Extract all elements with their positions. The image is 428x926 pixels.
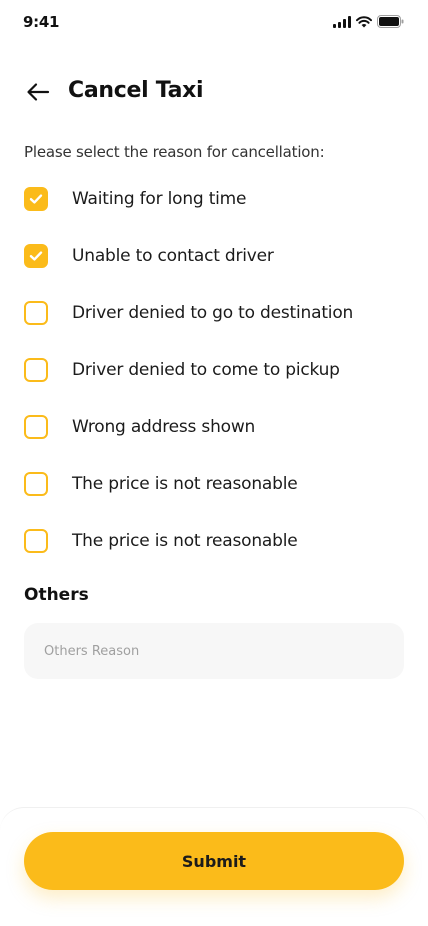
- status-bar: 9:41: [0, 0, 428, 44]
- reason-checkbox[interactable]: [24, 187, 48, 211]
- reason-item[interactable]: Driver denied to go to destination: [24, 300, 404, 326]
- wifi-icon: [356, 15, 372, 27]
- others-reason-input[interactable]: [24, 623, 404, 679]
- checkmark-icon: [29, 194, 43, 204]
- reason-item[interactable]: Waiting for long time: [24, 186, 404, 212]
- reason-list: Waiting for long time Unable to contact …: [24, 186, 404, 585]
- reason-checkbox[interactable]: [24, 415, 48, 439]
- cancellation-prompt: Please select the reason for cancellatio…: [24, 143, 325, 161]
- reason-checkbox[interactable]: [24, 358, 48, 382]
- reason-checkbox[interactable]: [24, 244, 48, 268]
- reason-checkbox[interactable]: [24, 529, 48, 553]
- status-time: 9:41: [23, 13, 60, 31]
- reason-label: The price is not reasonable: [72, 531, 298, 551]
- reason-label: Driver denied to go to destination: [72, 303, 354, 323]
- reason-item[interactable]: Unable to contact driver: [24, 243, 404, 269]
- page-title: Cancel Taxi: [68, 78, 204, 103]
- reason-item[interactable]: The price is not reasonable: [24, 471, 404, 497]
- status-icons: [333, 15, 404, 28]
- reason-label: Driver denied to come to pickup: [72, 360, 340, 380]
- submit-button[interactable]: Submit: [24, 832, 404, 890]
- checkmark-icon: [29, 251, 43, 261]
- reason-label: Waiting for long time: [72, 189, 247, 209]
- reason-label: Unable to contact driver: [72, 246, 274, 266]
- battery-icon: [377, 15, 404, 28]
- reason-checkbox[interactable]: [24, 301, 48, 325]
- header: Cancel Taxi: [0, 72, 428, 112]
- cellular-signal-icon: [333, 15, 351, 28]
- back-button[interactable]: [24, 80, 52, 104]
- reason-item[interactable]: Driver denied to come to pickup: [24, 357, 404, 383]
- reason-item[interactable]: Wrong address shown: [24, 414, 404, 440]
- others-title: Others: [24, 585, 89, 605]
- reason-item[interactable]: The price is not reasonable: [24, 528, 404, 554]
- reason-label: The price is not reasonable: [72, 474, 298, 494]
- reason-checkbox[interactable]: [24, 472, 48, 496]
- reason-label: Wrong address shown: [72, 417, 256, 437]
- arrow-left-icon: [27, 83, 50, 101]
